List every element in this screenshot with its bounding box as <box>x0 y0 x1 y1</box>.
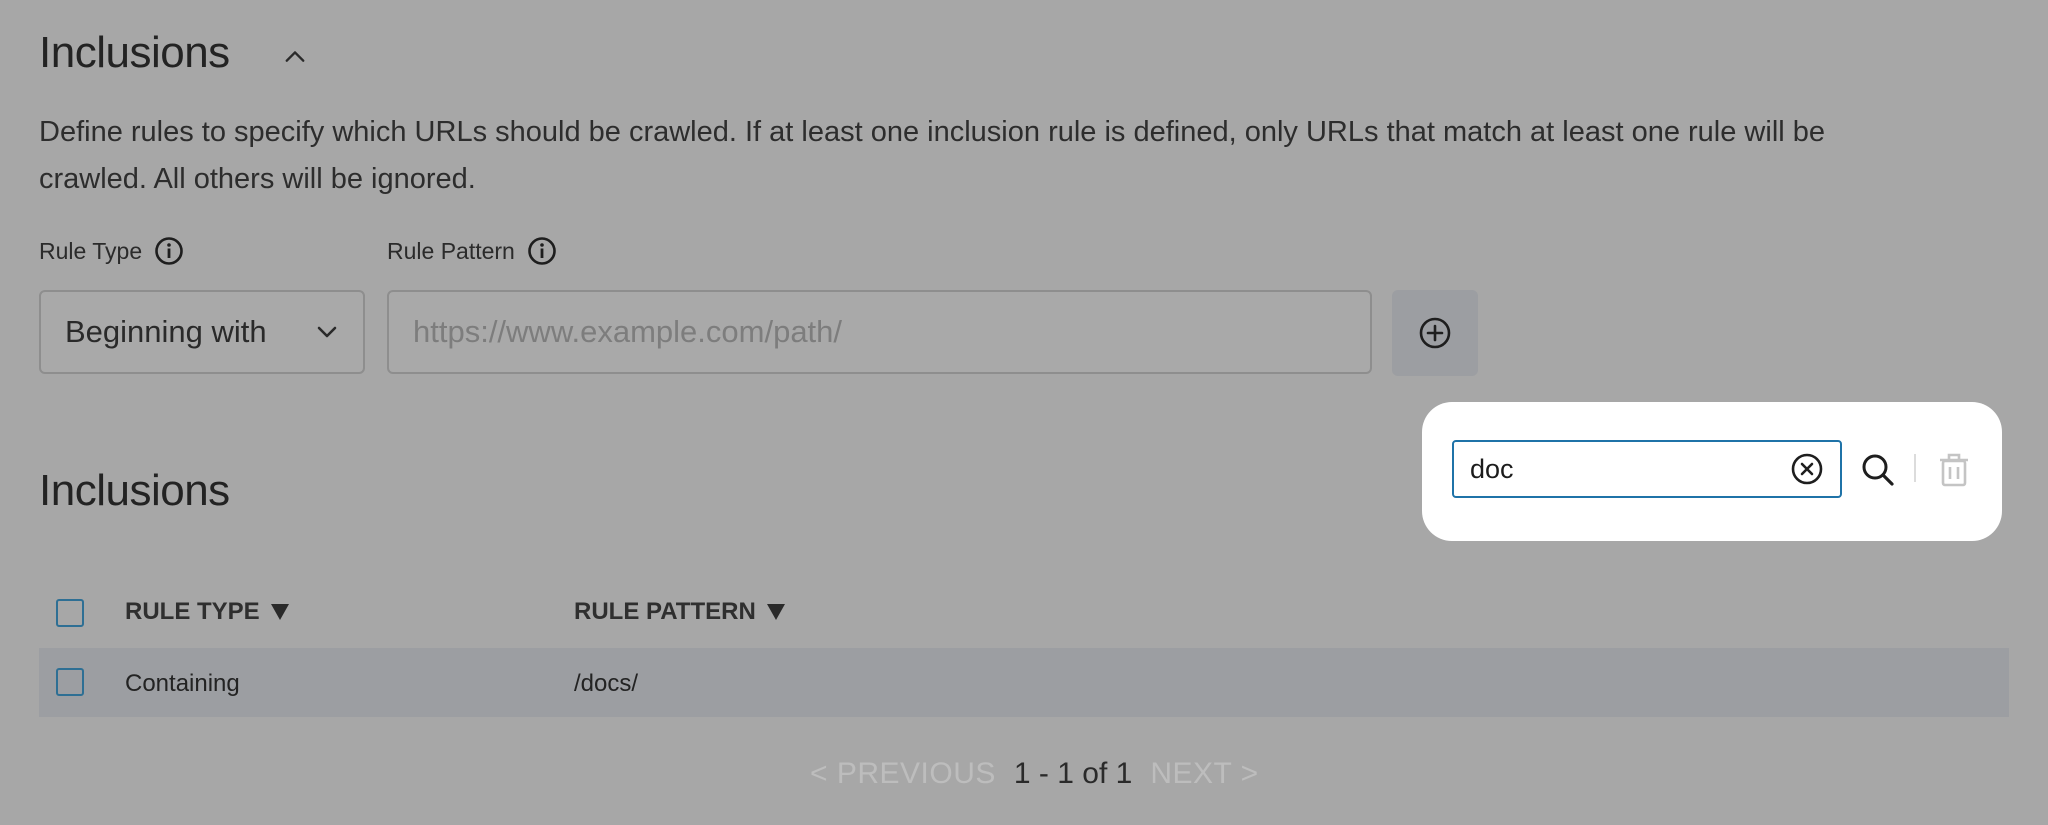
inclusions-list-title: Inclusions <box>39 466 230 515</box>
rule-pattern-label-group: Rule Pattern <box>387 236 557 266</box>
sort-down-icon <box>766 604 785 620</box>
row-checkbox[interactable] <box>56 668 84 696</box>
chevron-up-icon[interactable] <box>284 46 306 68</box>
inclusions-form-title: Inclusions <box>39 28 230 77</box>
trash-icon[interactable] <box>1937 452 1971 488</box>
previous-page-button[interactable]: < PREVIOUS <box>810 757 996 791</box>
column-header-rule-type[interactable]: RULE TYPE <box>125 598 290 626</box>
next-page-button[interactable]: NEXT > <box>1150 757 1258 791</box>
rule-type-label-group: Rule Type <box>39 236 184 266</box>
pagination: < PREVIOUS 1 - 1 of 1 NEXT > <box>810 757 1259 791</box>
page-range: 1 - 1 of 1 <box>1013 757 1133 790</box>
rule-type-select[interactable]: Beginning with <box>39 290 365 374</box>
rule-type-label: Rule Type <box>39 237 143 264</box>
row-rule-type: Containing <box>125 670 240 697</box>
info-icon[interactable] <box>527 236 557 266</box>
search-icon[interactable] <box>1860 452 1896 488</box>
description-line-1: Define rules to specify which URLs shoul… <box>39 116 1826 148</box>
toolbar-divider <box>1914 454 1916 482</box>
inclusions-description: Define rules to specify which URLs shoul… <box>39 109 1999 203</box>
search-value: doc <box>1470 453 1514 484</box>
sort-down-icon <box>270 604 289 620</box>
description-line-2: crawled. All others will be ignored. <box>39 163 476 195</box>
add-circle-icon <box>1419 317 1451 349</box>
column-header-rule-pattern[interactable]: RULE PATTERN <box>574 598 786 626</box>
rule-type-value: Beginning with <box>65 314 267 349</box>
search-input[interactable]: doc <box>1452 440 1842 498</box>
table-row[interactable] <box>39 648 2009 717</box>
rule-pattern-input[interactable]: https://www.example.com/path/ <box>387 290 1372 374</box>
select-all-checkbox[interactable] <box>56 599 84 627</box>
column-header-label: RULE PATTERN <box>574 598 756 625</box>
clear-circle-icon[interactable] <box>1790 452 1824 486</box>
info-icon[interactable] <box>154 236 184 266</box>
column-header-label: RULE TYPE <box>125 598 260 625</box>
rule-pattern-placeholder: https://www.example.com/path/ <box>413 314 843 349</box>
rule-pattern-label: Rule Pattern <box>387 237 515 264</box>
chevron-down-icon <box>317 326 337 338</box>
add-rule-button[interactable] <box>1392 290 1478 376</box>
row-rule-pattern: /docs/ <box>574 670 639 697</box>
